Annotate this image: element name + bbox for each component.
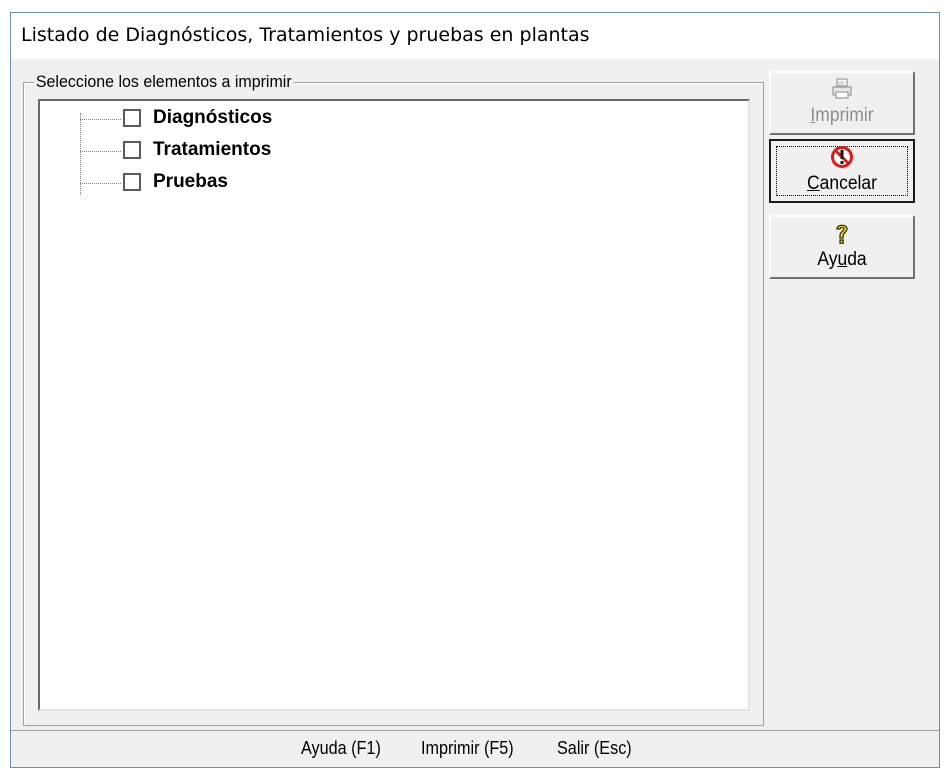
help-button-label: Ayuda — [777, 249, 908, 271]
title-bar: Listado de Diagnósticos, Tratamientos y … — [11, 13, 939, 59]
tree-item-label[interactable]: Diagnósticos — [153, 107, 272, 129]
elements-tree[interactable]: Diagnósticos Tratamientos Pruebas — [38, 99, 750, 711]
tree-branch-line — [80, 151, 121, 152]
help-button[interactable]: Ayuda — [769, 215, 915, 279]
print-button-label-rest: mprimir — [815, 105, 874, 126]
help-button-label-start: Ay — [817, 249, 838, 270]
print-button[interactable]: Imprimir — [769, 71, 915, 135]
cancel-button-label: Cancelar — [777, 173, 908, 195]
question-icon — [771, 221, 913, 247]
print-list-dialog: Listado de Diagnósticos, Tratamientos y … — [10, 12, 940, 768]
checkbox-pruebas[interactable] — [123, 173, 141, 191]
groupbox-legend: Seleccione los elementos a imprimir — [34, 72, 294, 92]
print-button-label: Imprimir — [777, 105, 908, 127]
checkbox-diagnosticos[interactable] — [123, 109, 141, 127]
tree-branch-line — [80, 119, 121, 120]
window-title: Listado de Diagnósticos, Tratamientos y … — [21, 24, 590, 46]
tree-branch-line — [80, 183, 121, 184]
tree-item-diagnosticos[interactable]: Diagnósticos — [80, 107, 480, 133]
tree-item-label[interactable]: Pruebas — [153, 171, 228, 193]
cancel-button-hotkey: C — [807, 173, 820, 194]
status-exit-shortcut: Salir (Esc) — [557, 738, 632, 758]
help-button-hotkey: u — [837, 249, 848, 270]
tree-item-tratamientos[interactable]: Tratamientos — [80, 139, 480, 165]
cancel-button-label-rest: ancelar — [819, 173, 877, 194]
status-help-shortcut: Ayuda (F1) — [301, 738, 381, 758]
checkbox-tratamientos[interactable] — [123, 141, 141, 159]
status-bar: Ayuda (F1) Imprimir (F5) Salir (Esc) — [11, 730, 939, 767]
help-button-label-rest: da — [847, 249, 867, 270]
cancel-button[interactable]: Cancelar — [769, 139, 915, 203]
printer-icon — [771, 77, 913, 103]
tree-item-pruebas[interactable]: Pruebas — [80, 171, 480, 197]
tree-item-label[interactable]: Tratamientos — [153, 139, 271, 161]
stop-icon — [771, 145, 913, 171]
status-print-shortcut: Imprimir (F5) — [421, 738, 514, 758]
